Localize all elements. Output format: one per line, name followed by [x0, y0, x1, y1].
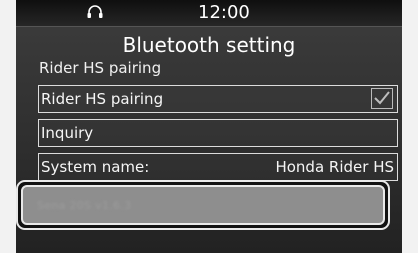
selected-device-highlight: Sena 20S v1.6.3	[21, 185, 385, 225]
clock-time: 12:00	[198, 2, 250, 23]
checkmark-icon	[374, 91, 390, 105]
inquiry-row[interactable]: Inquiry	[38, 119, 398, 147]
headset-icon	[86, 3, 104, 21]
rider-hs-pairing-label: Rider HS pairing	[41, 90, 164, 108]
selected-device-item[interactable]: Sena 20S v1.6.3	[16, 180, 390, 230]
inquiry-label: Inquiry	[41, 124, 94, 142]
page-title: Bluetooth setting	[122, 33, 296, 57]
selected-device-label: Sena 20S v1.6.3	[37, 199, 132, 212]
status-bar: 12:00	[16, 0, 402, 27]
page-subtitle: Rider HS pairing	[39, 59, 162, 77]
system-name-value: Honda Rider HS	[275, 158, 394, 176]
rider-hs-pairing-row[interactable]: Rider HS pairing	[38, 85, 398, 113]
rider-hs-pairing-checkbox[interactable]	[371, 88, 393, 109]
system-name-row[interactable]: System name: Honda Rider HS	[38, 153, 398, 181]
system-name-label: System name:	[41, 158, 150, 176]
